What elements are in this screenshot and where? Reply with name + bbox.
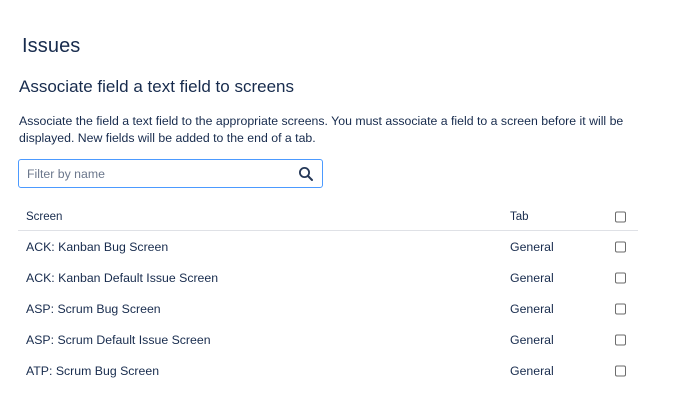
screens-table: Screen Tab ACK: Kanban Bug Screen Genera… (18, 203, 638, 386)
tab-name: General (510, 302, 554, 316)
table-row: ATP: Scrum Bug Screen General (18, 355, 638, 386)
screen-name: ACK: Kanban Default Issue Screen (26, 271, 219, 285)
row-checkbox[interactable] (615, 334, 626, 346)
search-box[interactable] (18, 159, 323, 188)
page-title: Issues (22, 35, 81, 57)
search-icon[interactable] (298, 166, 314, 182)
description-text: Associate the field a text field to the … (19, 114, 624, 145)
screen-name: ASP: Scrum Bug Screen (26, 302, 161, 316)
screen-name: ATP: Scrum Bug Screen (26, 364, 160, 378)
tab-name: General (510, 333, 554, 347)
row-checkbox[interactable] (615, 365, 626, 377)
tab-name: General (510, 271, 554, 285)
screen-name: ASP: Scrum Default Issue Screen (26, 333, 211, 347)
search-input[interactable] (19, 160, 297, 187)
table-row: ASP: Scrum Default Issue Screen General (18, 324, 638, 355)
table-row: ACK: Kanban Bug Screen General (18, 231, 638, 262)
table-header-row: Screen Tab (18, 203, 638, 231)
section-title: Associate field a text field to screens (19, 77, 294, 96)
row-checkbox[interactable] (615, 241, 626, 253)
tab-name: General (510, 364, 554, 378)
row-checkbox[interactable] (615, 272, 626, 284)
page: Issues Associate field a text field to s… (0, 0, 691, 394)
column-header-screen: Screen (26, 211, 63, 223)
row-checkbox[interactable] (615, 303, 626, 315)
select-all-checkbox[interactable] (615, 211, 626, 223)
table-row: ACK: Kanban Default Issue Screen General (18, 262, 638, 293)
screen-name: ACK: Kanban Bug Screen (26, 240, 169, 254)
table-row: ASP: Scrum Bug Screen General (18, 293, 638, 324)
tab-name: General (510, 240, 554, 254)
column-header-tab: Tab (510, 211, 529, 223)
